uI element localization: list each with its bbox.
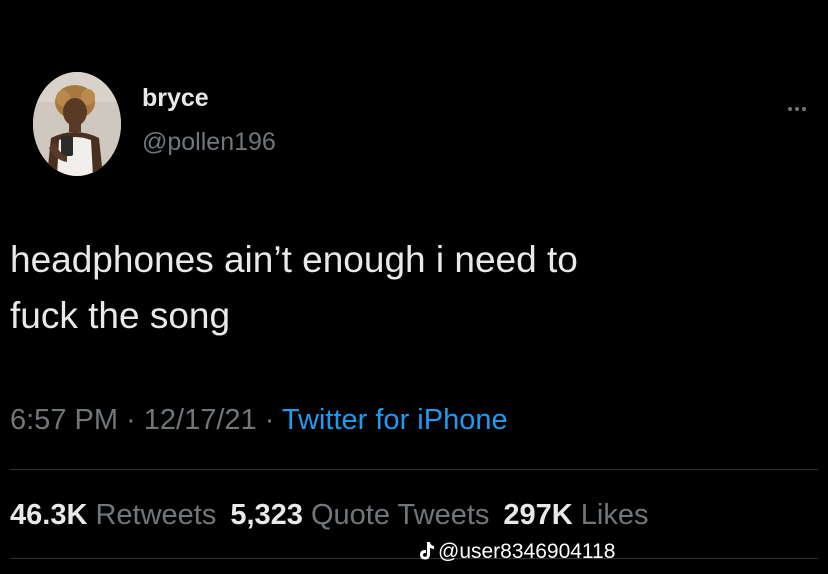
quote-tweets-count: 5,323 xyxy=(230,499,303,531)
tweet-source-link[interactable]: Twitter for iPhone xyxy=(282,404,508,436)
tweet-text: headphones ain’t enough i need to fuck t… xyxy=(10,239,578,336)
tweet-date[interactable]: 12/17/21 xyxy=(144,404,257,436)
profile-photo-icon xyxy=(33,72,121,176)
user-handle[interactable]: @pollen196 xyxy=(142,128,276,157)
tiktok-icon xyxy=(420,542,434,560)
more-options-icon[interactable] xyxy=(788,98,814,111)
retweets-stat[interactable]: 46.3K Retweets xyxy=(10,499,216,531)
divider xyxy=(10,469,818,470)
divider xyxy=(10,558,818,559)
likes-count: 297K xyxy=(503,499,573,531)
avatar[interactable] xyxy=(33,72,121,176)
quote-tweets-stat[interactable]: 5,323 Quote Tweets xyxy=(230,499,489,531)
watermark: @user8346904118 xyxy=(418,540,615,564)
display-name[interactable]: bryce xyxy=(142,84,209,113)
tweet-time[interactable]: 6:57 PM xyxy=(10,404,118,436)
meta-separator: · xyxy=(118,404,144,436)
retweets-label: Retweets xyxy=(95,499,217,531)
tweet-stats: 46.3K Retweets 5,323 Quote Tweets 297K Lik… xyxy=(10,499,648,532)
retweets-count: 46.3K xyxy=(10,499,88,531)
likes-label: Likes xyxy=(580,499,649,531)
tweet-meta: 6:57 PM · 12/17/21 · Twitter for iPhone xyxy=(10,404,508,437)
watermark-username: @user8346904118 xyxy=(438,540,616,563)
meta-separator: · xyxy=(256,404,282,436)
quote-tweets-label: Quote Tweets xyxy=(310,499,490,531)
likes-stat[interactable]: 297K Likes xyxy=(503,499,648,531)
tweet-card: bryce @pollen196 headphones ain’t enough… xyxy=(0,0,828,574)
